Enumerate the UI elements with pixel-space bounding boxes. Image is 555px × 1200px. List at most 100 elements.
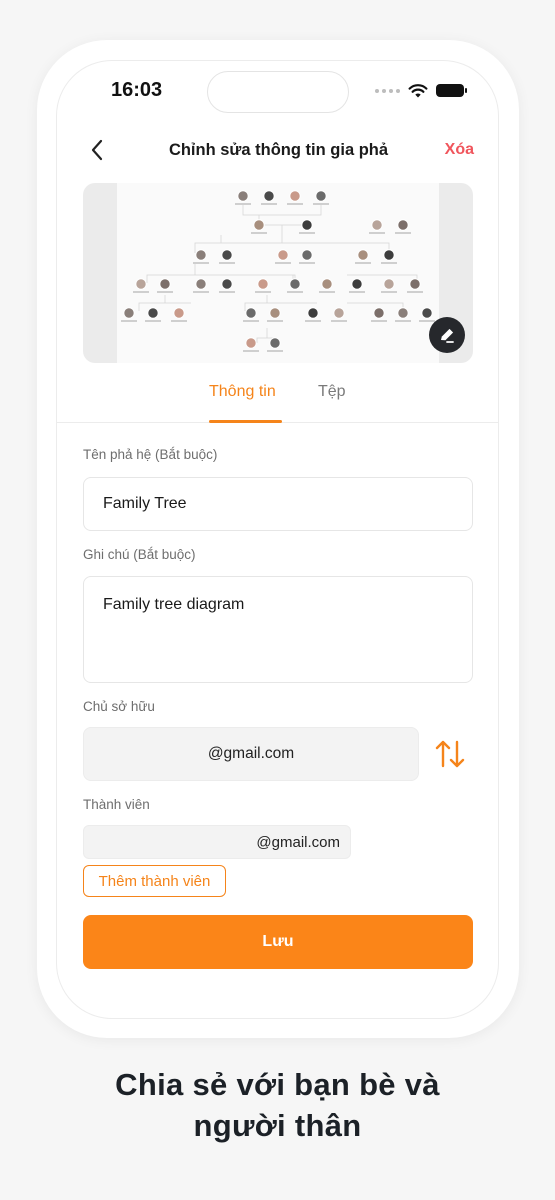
app-store-screenshot: 16:03 Chỉnh sửa thông tin gia phả Xóa Th… — [0, 0, 555, 1200]
status-icons — [375, 83, 467, 98]
tree-avatar — [263, 190, 275, 202]
tree-avatar — [221, 278, 233, 290]
tree-avatar — [301, 219, 313, 231]
tree-avatar-caption — [299, 232, 315, 234]
tree-avatar — [221, 249, 233, 261]
note-textarea[interactable]: Family tree diagram — [83, 576, 473, 683]
tree-avatar — [383, 278, 395, 290]
dynamic-island — [207, 71, 349, 113]
tab-files[interactable]: Tệp — [318, 383, 346, 401]
tree-avatar-caption — [235, 203, 251, 205]
tree-avatar-caption — [313, 203, 329, 205]
name-input[interactable]: Family Tree — [83, 477, 473, 531]
tree-avatar-caption — [133, 291, 149, 293]
tree-avatar — [135, 278, 147, 290]
tree-avatar-caption — [381, 262, 397, 264]
promo-caption: Chia sẻ với bạn bè và người thân — [0, 1064, 555, 1146]
signal-icon — [375, 88, 400, 93]
tree-avatar — [383, 249, 395, 261]
tree-avatar — [253, 219, 265, 231]
tree-avatar — [147, 307, 159, 319]
tree-avatar-caption — [395, 232, 411, 234]
tree-avatar — [289, 190, 301, 202]
tree-avatar — [409, 278, 421, 290]
tree-avatar — [245, 337, 257, 349]
caption-line-2: người thân — [193, 1108, 362, 1143]
tree-avatar-caption — [331, 320, 347, 322]
tree-avatar — [321, 278, 333, 290]
tree-diagram-thumbnail — [117, 183, 439, 363]
tree-avatar-caption — [193, 291, 209, 293]
tree-avatar — [237, 190, 249, 202]
tree-avatar-caption — [267, 320, 283, 322]
member-chip: @gmail.com — [83, 825, 351, 859]
tab-info[interactable]: Thông tin — [209, 383, 276, 401]
tree-avatar — [269, 337, 281, 349]
tree-avatar-caption — [287, 203, 303, 205]
tree-avatar — [357, 249, 369, 261]
tree-avatar-caption — [305, 320, 321, 322]
tree-avatar — [351, 278, 363, 290]
tree-avatar-caption — [355, 262, 371, 264]
tree-avatar — [195, 278, 207, 290]
add-member-button[interactable]: Thêm thành viên — [83, 865, 226, 897]
owner-field: @gmail.com — [83, 727, 419, 781]
tree-avatar — [159, 278, 171, 290]
family-tree-preview[interactable] — [83, 183, 473, 363]
tree-avatar — [257, 278, 269, 290]
tree-avatar-caption — [243, 350, 259, 352]
tree-avatar-caption — [287, 291, 303, 293]
save-button[interactable]: Lưu — [83, 915, 473, 969]
tree-avatar — [195, 249, 207, 261]
swap-icon[interactable] — [433, 738, 467, 770]
tree-avatar-caption — [251, 232, 267, 234]
edit-icon — [441, 328, 454, 343]
caption-line-1: Chia sẻ với bạn bè và — [115, 1067, 440, 1102]
tree-avatar — [421, 307, 433, 319]
tree-avatar-caption — [407, 291, 423, 293]
tree-avatar-caption — [243, 320, 259, 322]
tree-avatar-caption — [157, 291, 173, 293]
name-label: Tên phả hệ (Bắt buộc) — [83, 447, 218, 462]
tab-indicator — [209, 420, 282, 423]
tree-avatar-caption — [255, 291, 271, 293]
note-label: Ghi chú (Bắt buộc) — [83, 547, 196, 562]
tree-avatar — [371, 219, 383, 231]
tree-avatar — [373, 307, 385, 319]
tree-avatar — [173, 307, 185, 319]
tree-avatar — [289, 278, 301, 290]
tree-avatar-caption — [219, 262, 235, 264]
tree-avatar — [333, 307, 345, 319]
wifi-icon — [408, 84, 428, 98]
tree-avatar — [315, 190, 327, 202]
tree-avatar-caption — [219, 291, 235, 293]
tree-avatar-caption — [419, 320, 435, 322]
tree-diagram-image — [121, 190, 435, 352]
status-time: 16:03 — [111, 79, 163, 101]
tree-avatar — [397, 307, 409, 319]
owner-label: Chủ sở hữu — [83, 699, 155, 714]
phone-screen: 16:03 Chỉnh sửa thông tin gia phả Xóa Th… — [56, 60, 499, 1019]
tree-avatar-caption — [267, 350, 283, 352]
edit-tree-button[interactable] — [429, 317, 465, 353]
delete-button[interactable]: Xóa — [445, 141, 474, 159]
tree-avatar — [269, 307, 281, 319]
tree-avatar-caption — [261, 203, 277, 205]
tree-avatar-caption — [171, 320, 187, 322]
members-label: Thành viên — [83, 797, 150, 812]
tree-avatar-caption — [369, 232, 385, 234]
tree-avatar — [301, 249, 313, 261]
tree-avatar — [397, 219, 409, 231]
tree-avatar — [245, 307, 257, 319]
tree-avatar — [277, 249, 289, 261]
tree-avatar-caption — [395, 320, 411, 322]
tree-avatar-caption — [121, 320, 137, 322]
tree-avatar-caption — [381, 291, 397, 293]
nav-bar: Chỉnh sửa thông tin gia phả Xóa — [57, 131, 498, 171]
tree-avatar-caption — [193, 262, 209, 264]
tree-avatar-caption — [299, 262, 315, 264]
tree-avatar-caption — [275, 262, 291, 264]
page-title: Chỉnh sửa thông tin gia phả — [168, 141, 389, 159]
tree-avatar-caption — [349, 291, 365, 293]
tree-avatar-caption — [145, 320, 161, 322]
